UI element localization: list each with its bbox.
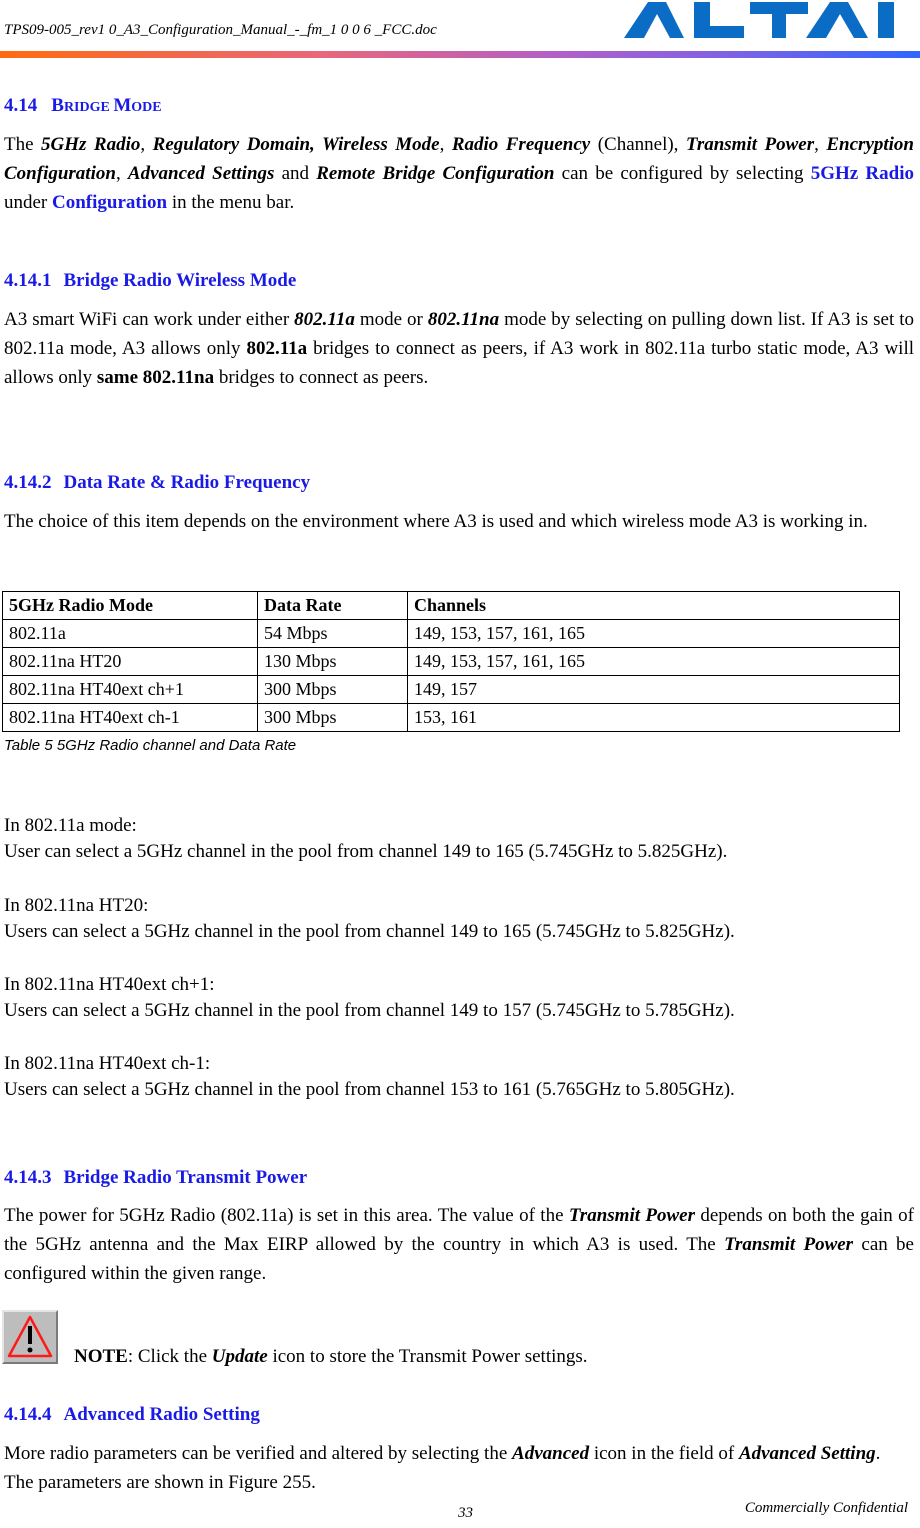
header-divider	[0, 51, 920, 58]
data-rate-table: 5GHz Radio Mode Data Rate Channels 802.1…	[2, 591, 900, 732]
section-title-part: RIDGE	[63, 100, 114, 115]
note-label: NOTE	[74, 1346, 128, 1367]
warning-icon	[2, 1310, 58, 1364]
data-rate-paragraph: The choice of this item depends on the e…	[4, 511, 868, 532]
table-caption: Table 5 5GHz Radio channel and Data Rate	[4, 737, 297, 754]
table-cell: 300 Mbps	[257, 675, 408, 704]
mode-label: In 802.11na HT40ext ch-1:	[4, 1053, 211, 1074]
table-cell: 802.11na HT40ext ch+1	[2, 675, 258, 704]
note-callout: NOTE: Click the Update icon to store the…	[74, 1346, 588, 1367]
table-cell: 149, 153, 157, 161, 165	[407, 619, 900, 648]
mode-description: Users can select a 5GHz channel in the p…	[4, 921, 735, 942]
table-row: 802.11na HT40ext ch+1 300 Mbps 149, 157	[2, 675, 900, 704]
mode-description: User can select a 5GHz channel in the po…	[4, 841, 728, 862]
table-cell: 300 Mbps	[257, 703, 408, 732]
subsection-number: 4.14.2	[4, 472, 52, 493]
table-header-cell: 5GHz Radio Mode	[2, 591, 258, 620]
table-cell: 54 Mbps	[257, 619, 408, 648]
section-number: 4.14	[4, 95, 38, 116]
mode-block-ht20: In 802.11na HT20: Users can select a 5GH…	[4, 893, 914, 945]
subsection-title: Bridge Radio Transmit Power	[63, 1167, 308, 1188]
advanced-setting-paragraph: More radio parameters can be verified an…	[4, 1443, 881, 1493]
section-title-part: B	[51, 95, 64, 116]
table-cell: 802.11a	[2, 619, 258, 648]
altai-logo	[624, 2, 894, 38]
subsection-heading-4-14-3: 4.14.3 Bridge Radio Transmit Power	[4, 1167, 307, 1189]
section-title-part: M	[113, 95, 132, 116]
subsection-title: Data Rate & Radio Frequency	[63, 472, 311, 493]
transmit-power-paragraph: The power for 5GHz Radio (802.11a) is se…	[4, 1205, 914, 1284]
table-cell: 149, 157	[407, 675, 900, 704]
subsection-number: 4.14.1	[4, 270, 52, 291]
mode-label: In 802.11a mode:	[4, 815, 137, 836]
mode-label: In 802.11na HT40ext ch+1:	[4, 974, 215, 995]
table-cell: 153, 161	[407, 703, 900, 732]
table-row: 802.11na HT20 130 Mbps 149, 153, 157, 16…	[2, 647, 900, 676]
mode-description: Users can select a 5GHz channel in the p…	[4, 1000, 735, 1021]
table-cell: 149, 153, 157, 161, 165	[407, 647, 900, 676]
table-row: 802.11a 54 Mbps 149, 153, 157, 161, 165	[2, 619, 900, 648]
menu-ref-5ghz-radio: 5GHz Radio	[810, 163, 915, 184]
table-row: 802.11na HT40ext ch-1 300 Mbps 153, 161	[2, 703, 900, 732]
subsection-heading-4-14-2: 4.14.2 Data Rate & Radio Frequency	[4, 472, 310, 494]
table-header-cell: Data Rate	[257, 591, 408, 620]
table-cell: 802.11na HT20	[2, 647, 258, 676]
section-heading: 4.14 BRIDGE MODE	[4, 95, 162, 117]
mode-block-80211a: In 802.11a mode: User can select a 5GHz …	[4, 813, 914, 865]
subsection-heading-4-14-1: 4.14.1 Bridge Radio Wireless Mode	[4, 270, 296, 292]
subsection-number: 4.14.3	[4, 1167, 52, 1188]
subsection-heading-4-14-4: 4.14.4 Advanced Radio Setting	[4, 1404, 260, 1426]
mode-block-ht40-minus: In 802.11na HT40ext ch-1: Users can sele…	[4, 1051, 914, 1103]
menu-ref-configuration: Configuration	[52, 192, 168, 213]
mode-description: Users can select a 5GHz channel in the p…	[4, 1079, 735, 1100]
table-cell: 802.11na HT40ext ch-1	[2, 703, 258, 732]
page-number: 33	[458, 1505, 473, 1521]
section-intro-paragraph: The 5GHz Radio, Regulatory Domain, Wirel…	[4, 134, 915, 213]
mode-block-ht40-plus: In 802.11na HT40ext ch+1: Users can sele…	[4, 972, 914, 1024]
table-header-row: 5GHz Radio Mode Data Rate Channels	[2, 591, 900, 620]
confidential-label: Commercially Confidential	[744, 1500, 908, 1516]
section-title-part: ODE	[131, 100, 162, 115]
mode-label: In 802.11na HT20:	[4, 895, 149, 916]
wireless-mode-paragraph: A3 smart WiFi can work under either 802.…	[4, 309, 914, 388]
subsection-title: Bridge Radio Wireless Mode	[63, 270, 297, 291]
table-cell: 130 Mbps	[257, 647, 408, 676]
header-filename: TPS09-005_rev1 0_A3_Configuration_Manual…	[4, 22, 437, 38]
subsection-title: Advanced Radio Setting	[63, 1404, 260, 1425]
table-header-cell: Channels	[407, 591, 900, 620]
subsection-number: 4.14.4	[4, 1404, 52, 1425]
